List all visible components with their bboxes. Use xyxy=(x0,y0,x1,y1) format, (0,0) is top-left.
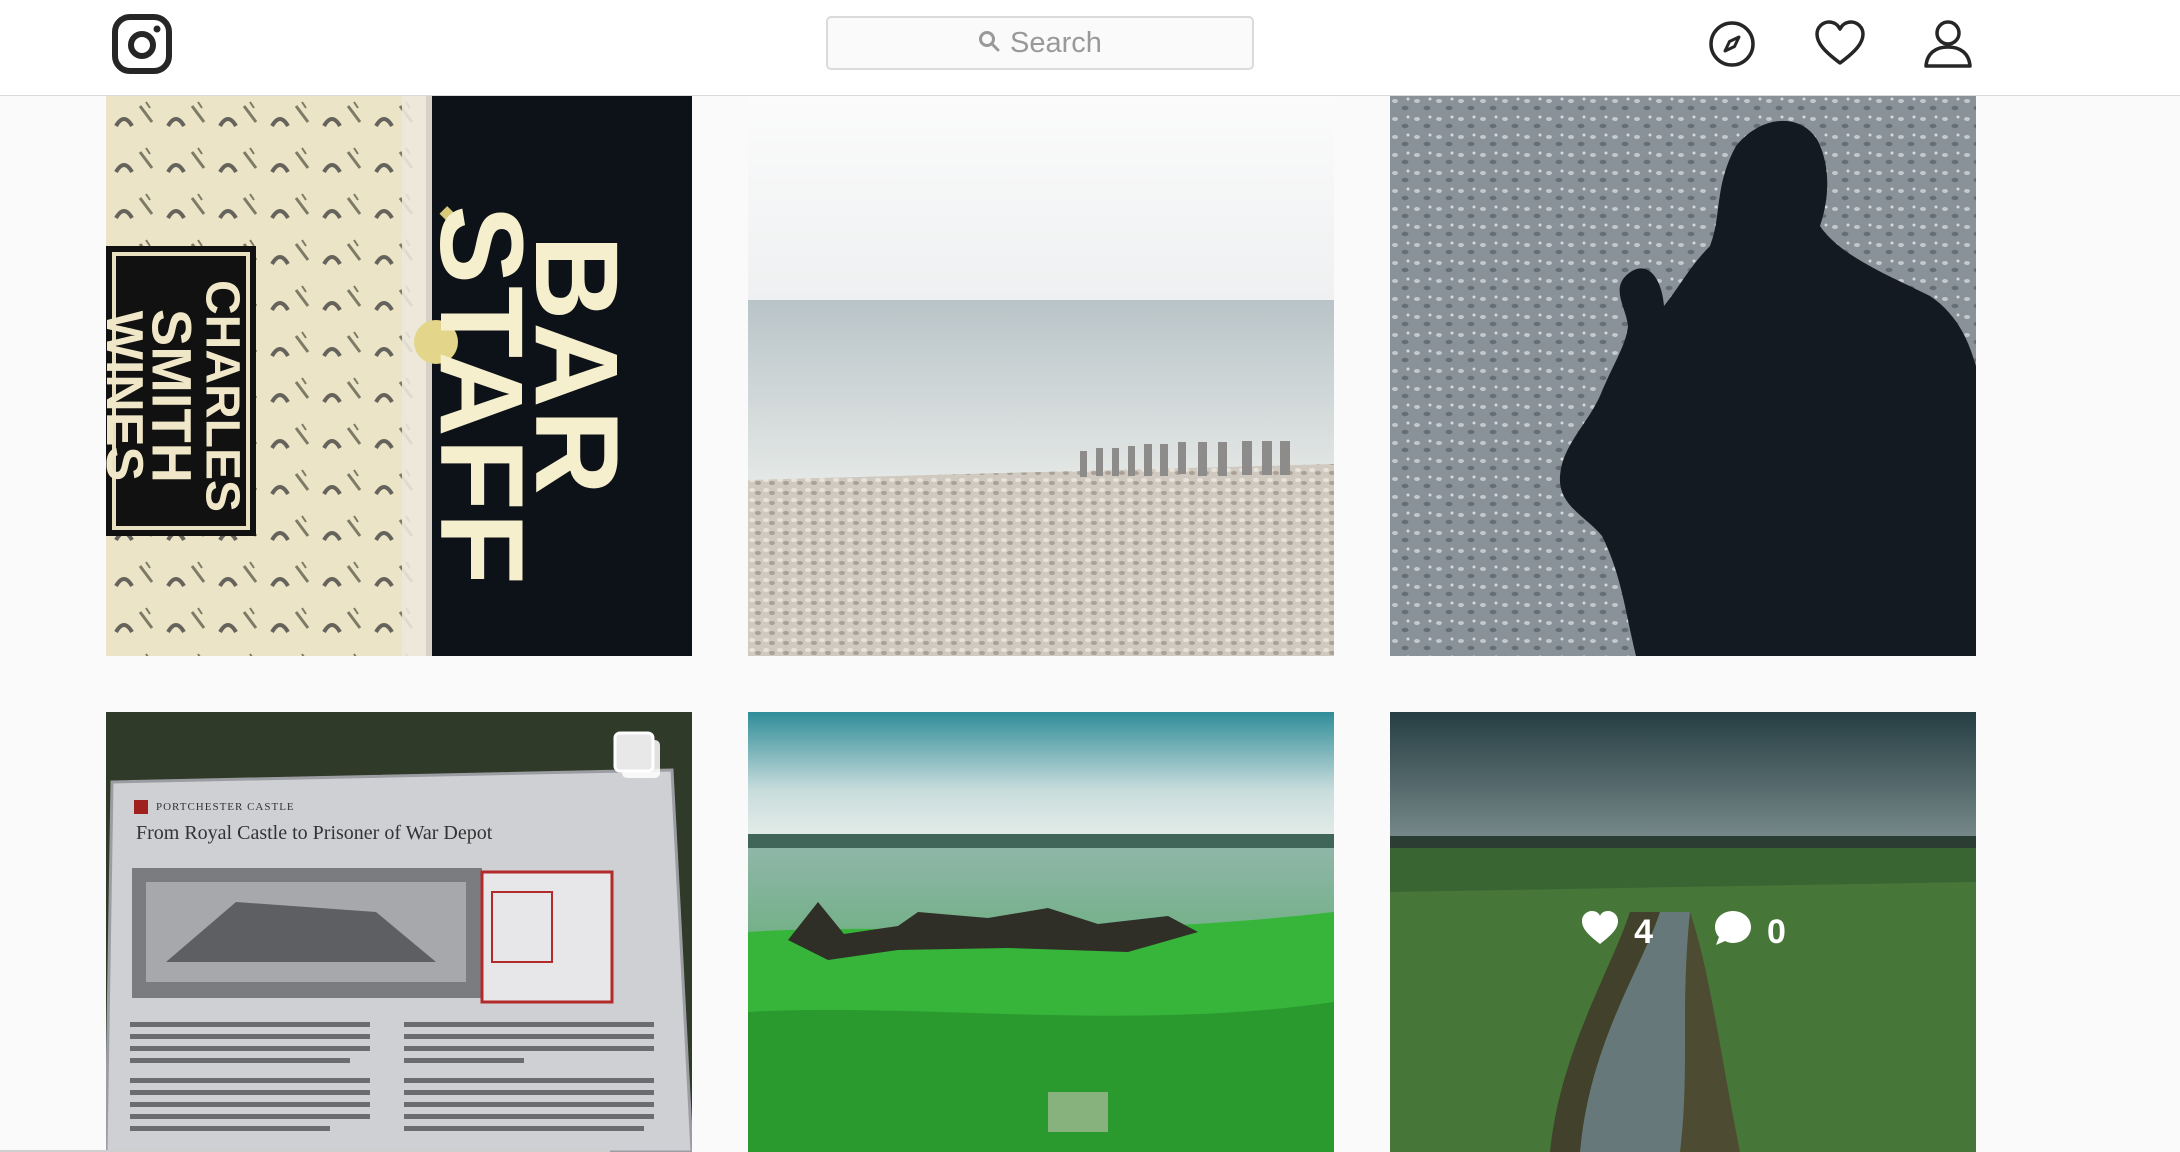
post-tile-wrecks[interactable] xyxy=(748,712,1334,1152)
post-tile-sign[interactable]: PORTCHESTER CASTLE From Royal Castle to … xyxy=(106,712,692,1152)
post-grid: ◆ BAR STAFF CHARLES SMITH WINES PORTCHES… xyxy=(0,0,2180,1152)
carousel-icon xyxy=(612,730,664,782)
sign-org-text: PORTCHESTER CASTLE xyxy=(156,801,295,813)
post-tile-beach[interactable] xyxy=(748,96,1334,656)
comments-stat: 0 xyxy=(1713,908,1786,957)
comments-count: 0 xyxy=(1767,912,1786,951)
sign-title-text: From Royal Castle to Prisoner of War Dep… xyxy=(136,822,493,844)
comment-bubble-icon xyxy=(1713,908,1753,957)
post-tile-creek[interactable]: 4 0 xyxy=(1390,712,1976,1152)
shadow-photo xyxy=(1390,96,1976,656)
post-tile-bar-staff[interactable]: ◆ BAR STAFF CHARLES SMITH WINES xyxy=(106,96,692,656)
likes-count: 4 xyxy=(1634,912,1653,951)
tag-wines-text: WINES xyxy=(106,310,153,482)
sign-photo xyxy=(106,712,692,1152)
shirt-staff-text: STAFF xyxy=(415,205,547,587)
wrecks-photo xyxy=(748,712,1334,1152)
post-tile-shadow[interactable] xyxy=(1390,96,1976,656)
compass-icon[interactable] xyxy=(1706,18,1758,70)
likes-stat: 4 xyxy=(1580,908,1653,957)
post-hover-overlay: 4 0 xyxy=(1390,712,1976,1152)
heart-filled-icon xyxy=(1580,908,1620,957)
instagram-logo-icon[interactable] xyxy=(112,14,172,74)
user-icon[interactable] xyxy=(1922,18,1974,70)
beach-photo xyxy=(748,96,1334,656)
heart-icon[interactable] xyxy=(1814,18,1866,70)
search-icon xyxy=(978,27,1000,60)
search-input[interactable]: Search xyxy=(826,16,1254,70)
search-placeholder: Search xyxy=(1010,26,1102,59)
top-navigation-bar: Search xyxy=(0,0,2180,96)
